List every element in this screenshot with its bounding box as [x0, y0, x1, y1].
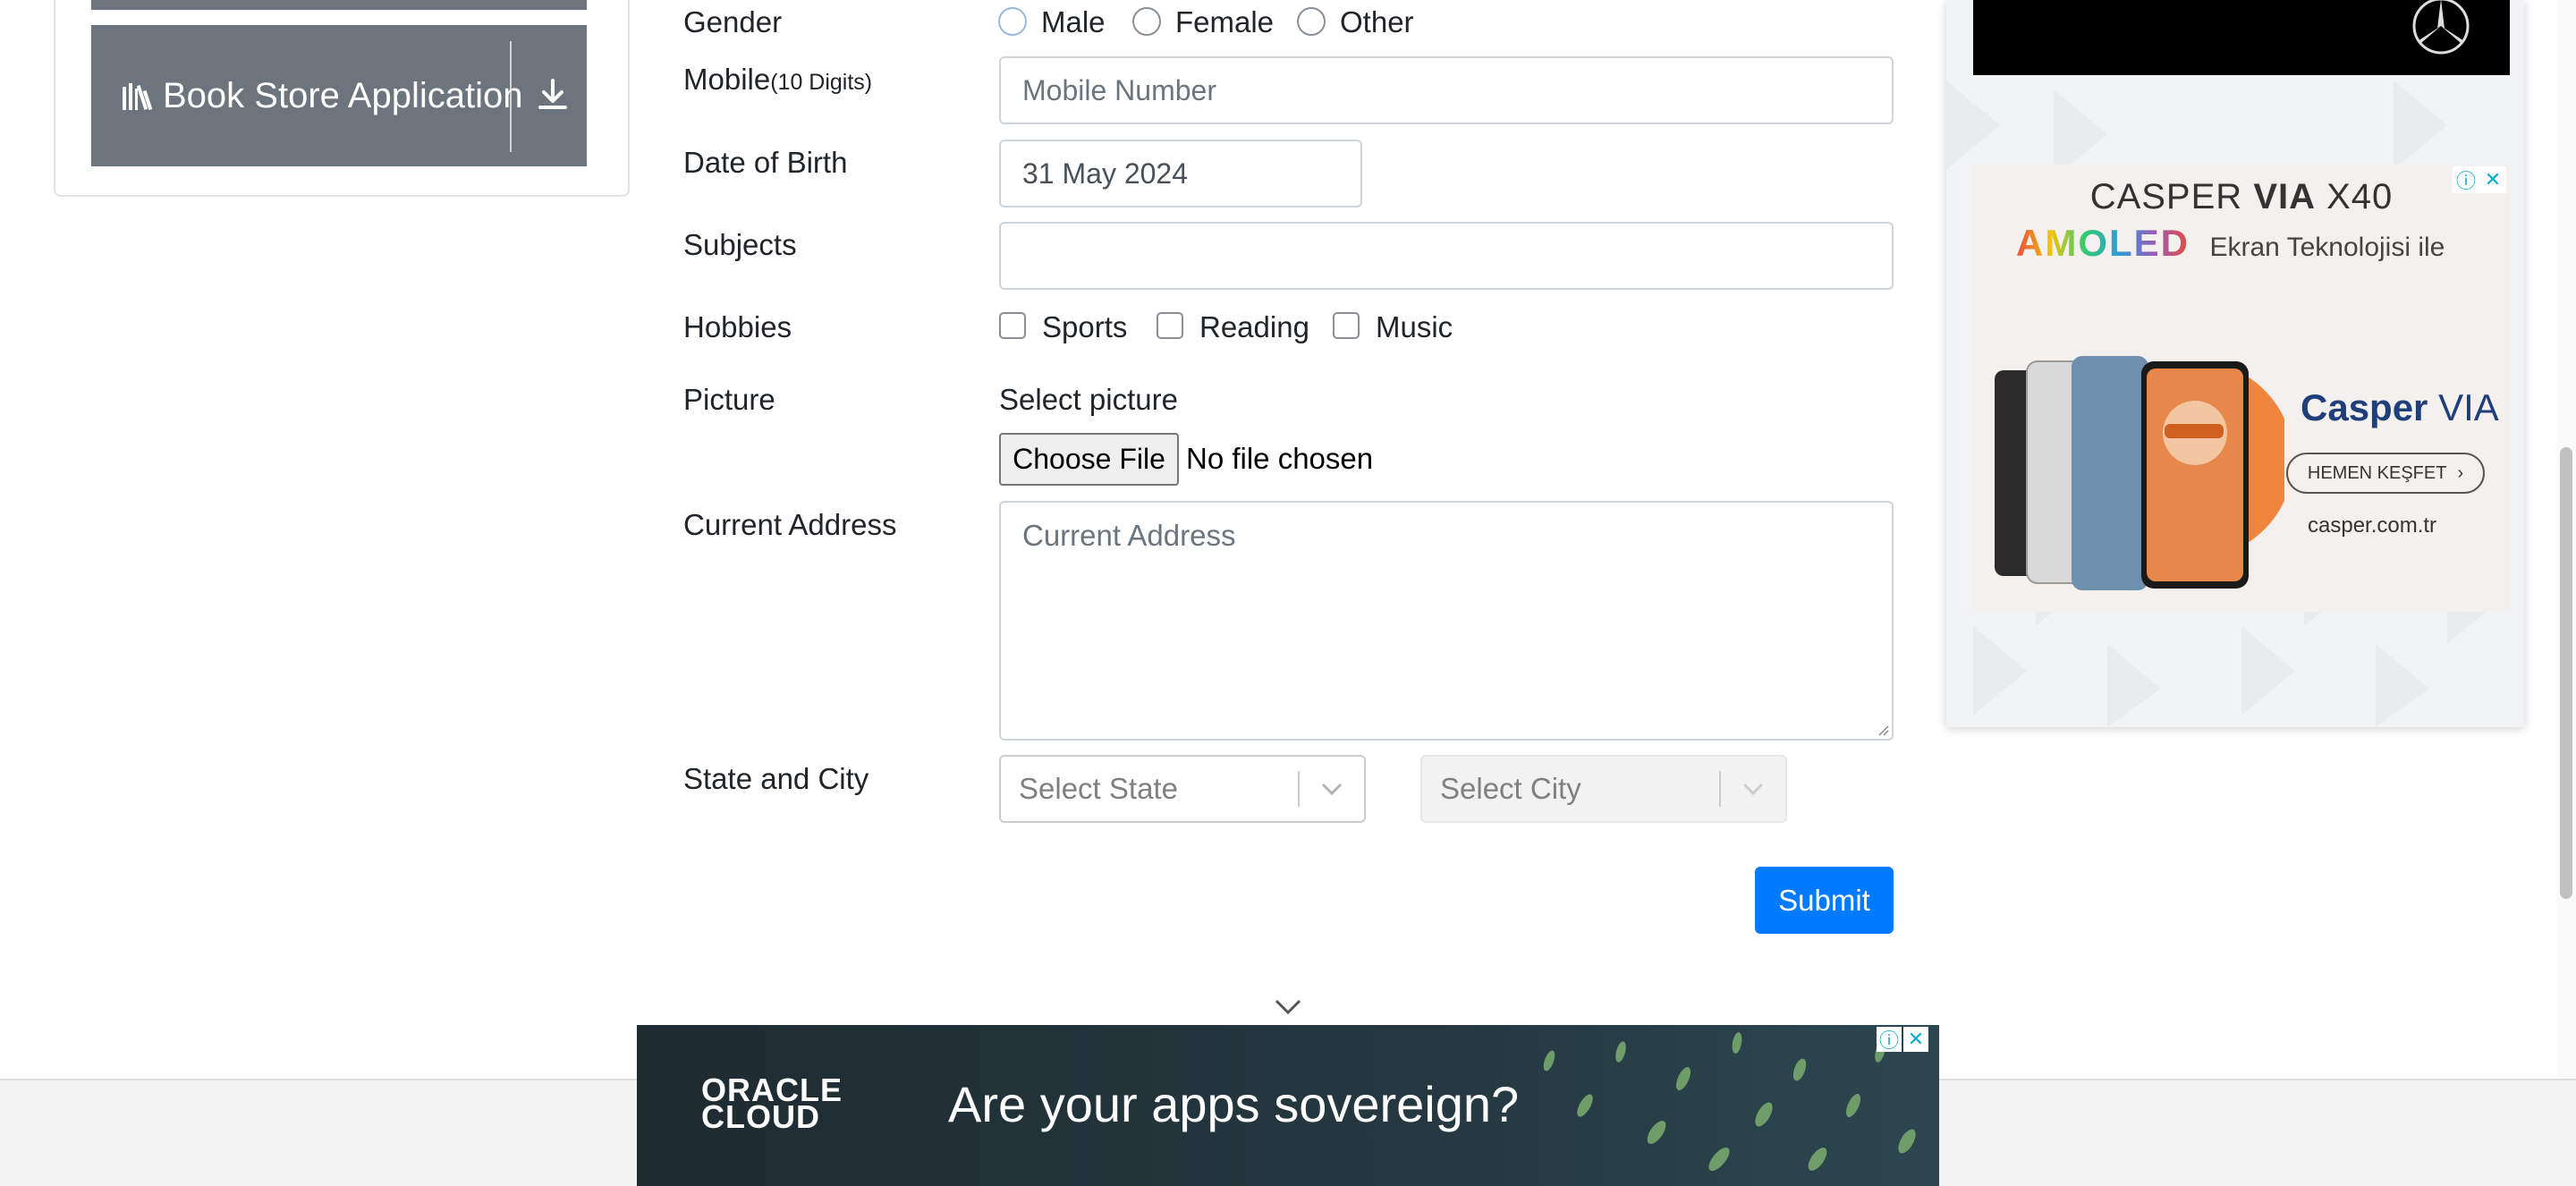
button-divider — [510, 41, 512, 152]
casper-ad-subtitle: AMOLED Ekran Teknolojisi ile — [2016, 222, 2445, 265]
select-state-dropdown[interactable]: Select State — [999, 755, 1366, 823]
hobby-sports-checkbox[interactable] — [999, 312, 1026, 339]
casper-brand-name: Casper — [2301, 386, 2428, 428]
select-city-placeholder: Select City — [1440, 772, 1581, 805]
select-picture-label: Select picture — [999, 383, 1178, 416]
chevron-right-icon: › — [2457, 462, 2464, 483]
choose-file-button[interactable]: Choose File — [999, 433, 1179, 486]
casper-brand-suffix: VIA — [2438, 386, 2499, 428]
gender-female-radio[interactable] — [1132, 7, 1161, 36]
resize-grip-icon[interactable] — [1875, 722, 1889, 736]
ad-close-icon[interactable]: ✕ — [1903, 1027, 1928, 1052]
gender-label: Gender — [683, 5, 783, 38]
casper-title-plain: CASPER — [2089, 177, 2243, 216]
current-address-label: Current Address — [683, 508, 897, 541]
mobile-label-text: Mobile — [683, 63, 771, 96]
mobile-hint: (10 Digits) — [770, 70, 873, 95]
mobile-label: Mobile(10 Digits) — [683, 63, 872, 97]
hobby-reading-label[interactable]: Reading — [1199, 310, 1309, 344]
gender-other-label[interactable]: Other — [1340, 5, 1414, 39]
oracle-ad-headline: Are your apps sovereign? — [948, 1076, 1520, 1132]
book-store-application-button[interactable]: Book Store Application — [91, 25, 587, 166]
picture-label: Picture — [683, 383, 775, 416]
car-ad-banner[interactable] — [1973, 0, 2510, 75]
casper-brand: Casper VIA — [2301, 386, 2499, 429]
ad-info-icon[interactable]: ⓘ — [1877, 1027, 1902, 1052]
hemen-kesfet-label: HEMEN KEŞFET — [2307, 462, 2447, 483]
gender-male-label[interactable]: Male — [1041, 5, 1106, 39]
select-city-dropdown[interactable]: Select City — [1420, 755, 1787, 823]
subjects-label: Subjects — [683, 228, 797, 261]
casper-title-bold: VIA — [2253, 177, 2316, 216]
hobby-reading-checkbox[interactable] — [1157, 312, 1183, 339]
mobile-number-input[interactable]: Mobile Number — [999, 56, 1894, 124]
date-of-birth-label: Date of Birth — [683, 146, 848, 179]
chevron-down-icon[interactable] — [1274, 996, 1302, 1018]
date-of-birth-input[interactable]: 31 May 2024 — [999, 140, 1362, 208]
oracle-ad-banner[interactable]: ORACLE CLOUD Are your apps sovereign? — [637, 1025, 1939, 1186]
casper-ad-title: CASPER VIA X40 — [1973, 177, 2510, 217]
car-logo-icon — [2412, 0, 2470, 55]
casper-url: casper.com.tr — [2308, 513, 2437, 538]
gender-other-radio[interactable] — [1297, 7, 1326, 36]
hobbies-label: Hobbies — [683, 310, 792, 343]
submit-button[interactable]: Submit — [1755, 867, 1894, 934]
chevron-down-icon[interactable] — [1300, 783, 1364, 795]
hobby-sports-label[interactable]: Sports — [1042, 310, 1127, 344]
sidebar-item-previous[interactable] — [91, 0, 587, 10]
oracle-cloud-logo: ORACLE CLOUD — [701, 1074, 843, 1133]
hobby-music-checkbox[interactable] — [1333, 312, 1360, 339]
ad-close-icon[interactable]: ✕ — [2479, 166, 2506, 193]
download-icon[interactable] — [533, 75, 572, 114]
gender-male-radio[interactable] — [998, 7, 1027, 36]
hobby-music-label[interactable]: Music — [1376, 310, 1453, 344]
amoled-text: AMOLED — [2016, 222, 2190, 264]
casper-title-model: X40 — [2326, 177, 2394, 216]
phones-image — [1995, 356, 2284, 590]
state-and-city-label: State and City — [683, 762, 869, 795]
current-address-textarea[interactable]: Current Address — [999, 501, 1894, 741]
no-file-chosen-text: No file chosen — [1186, 442, 1374, 475]
ekran-text: Ekran Teknolojisi ile — [2209, 233, 2445, 262]
scrollbar-thumb[interactable] — [2560, 447, 2572, 899]
current-address-placeholder: Current Address — [1022, 519, 1236, 552]
subjects-input[interactable] — [999, 222, 1894, 290]
ad-info-icon[interactable]: ⓘ — [2453, 166, 2479, 193]
hemen-kesfet-button[interactable]: HEMEN KEŞFET › — [2286, 453, 2485, 494]
gender-female-label[interactable]: Female — [1175, 5, 1274, 39]
books-icon — [120, 78, 156, 114]
casper-ad[interactable]: CASPER VIA X40 AMOLED Ekran Teknolojisi … — [1973, 165, 2510, 612]
chevron-down-icon[interactable] — [1721, 783, 1785, 795]
book-store-application-label: Book Store Application — [163, 75, 523, 115]
select-state-placeholder: Select State — [1019, 772, 1178, 805]
leaf-pattern-image — [1543, 1032, 1916, 1172]
